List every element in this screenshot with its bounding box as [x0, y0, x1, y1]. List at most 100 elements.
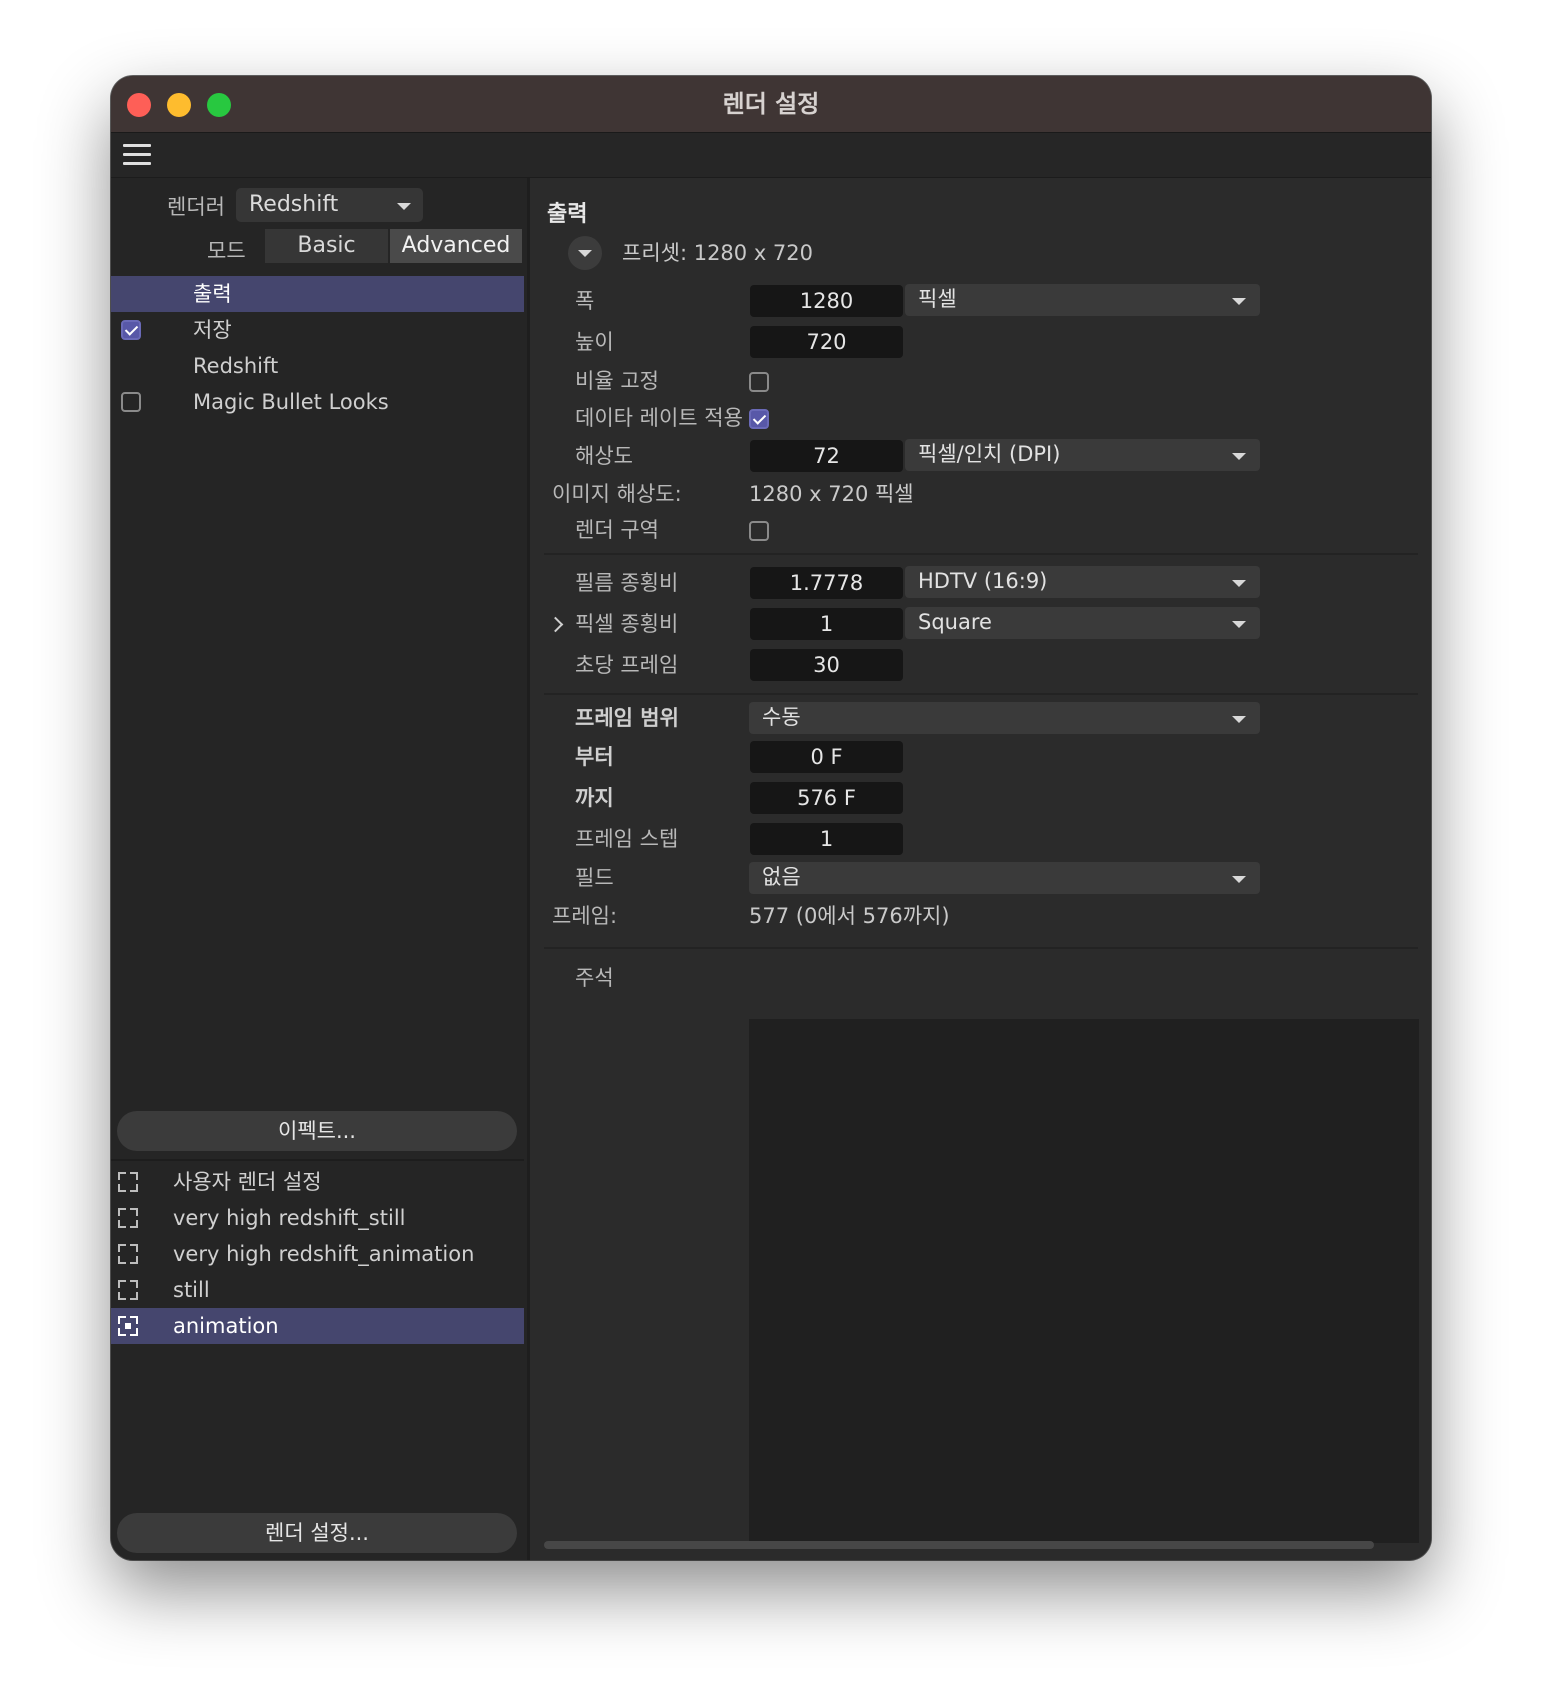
tree-item-label: 출력 — [193, 282, 232, 306]
frame-step-input[interactable]: 1 — [750, 823, 903, 855]
film-aspect-input[interactable]: 1.7778 — [750, 567, 903, 599]
mode-advanced-button[interactable]: Advanced — [390, 229, 522, 263]
preset-label: animation — [173, 1314, 279, 1338]
output-settings-panel: 출력 프리셋: 1280 x 720 폭 1280 픽셀 높이 720 비율 고… — [530, 178, 1431, 1560]
render-settings-window: 렌더 설정 렌더러 Redshift 모드 Basic Advanced 출력 … — [111, 76, 1431, 1560]
section-title: 출력 — [547, 202, 588, 227]
lock-ratio-checkbox[interactable] — [749, 372, 769, 392]
chevron-down-icon — [397, 203, 411, 210]
preset-label: very high redshift_still — [173, 1206, 406, 1230]
width-label: 폭 — [575, 289, 595, 313]
resolution-unit-value: 픽셀/인치 (DPI) — [918, 442, 1061, 466]
preset-label: 사용자 렌더 설정 — [173, 1170, 322, 1194]
tree-item-redshift[interactable]: Redshift — [111, 348, 524, 384]
from-input[interactable]: 0 F — [750, 741, 903, 773]
divider — [544, 947, 1418, 949]
fps-label: 초당 프레임 — [575, 653, 679, 677]
render-setting-icon — [118, 1244, 138, 1264]
window-title: 렌더 설정 — [722, 90, 820, 118]
image-resolution-value: 1280 x 720 픽셀 — [749, 482, 914, 506]
frame-step-label: 프레임 스텝 — [575, 827, 679, 851]
preset-label: very high redshift_animation — [173, 1242, 475, 1266]
width-unit-value: 픽셀 — [918, 287, 957, 311]
save-enabled-checkbox[interactable] — [121, 320, 141, 340]
resolution-input[interactable]: 72 — [750, 440, 903, 472]
film-aspect-label: 필름 종횡비 — [575, 571, 679, 595]
active-render-setting-icon — [118, 1316, 138, 1336]
from-label: 부터 — [575, 745, 614, 769]
preset-item[interactable]: very high redshift_still — [111, 1200, 524, 1236]
lock-ratio-label: 비율 고정 — [575, 369, 659, 393]
divider — [544, 693, 1418, 695]
horizontal-scrollbar[interactable] — [544, 1541, 1374, 1549]
render-settings-button[interactable]: 렌더 설정... — [117, 1513, 517, 1553]
film-aspect-preset-value: HDTV (16:9) — [918, 569, 1048, 593]
divider — [544, 553, 1418, 555]
hamburger-menu-icon[interactable] — [123, 144, 151, 166]
render-setting-icon — [118, 1172, 138, 1192]
to-input[interactable]: 576 F — [750, 782, 903, 814]
chevron-down-icon — [1232, 298, 1246, 305]
mode-basic-button[interactable]: Basic — [265, 229, 388, 263]
chevron-down-icon — [1232, 453, 1246, 460]
resolution-unit-select[interactable]: 픽셀/인치 (DPI) — [905, 439, 1260, 471]
tree-item-label: Magic Bullet Looks — [193, 390, 389, 414]
mode-label: 모드 — [207, 239, 246, 263]
preset-item[interactable]: very high redshift_animation — [111, 1236, 524, 1272]
title-bar[interactable]: 렌더 설정 — [111, 76, 1431, 133]
left-panel: 렌더러 Redshift 모드 Basic Advanced 출력 저장 Red… — [111, 178, 530, 1560]
tree-item-label: 저장 — [193, 318, 232, 342]
image-resolution-label: 이미지 해상도: — [552, 482, 682, 506]
height-label: 높이 — [575, 330, 614, 354]
effects-button[interactable]: 이펙트... — [117, 1111, 517, 1151]
fps-input[interactable]: 30 — [750, 649, 903, 681]
frame-range-select[interactable]: 수동 — [749, 702, 1260, 734]
tree-item-save[interactable]: 저장 — [111, 312, 524, 348]
frame-range-value: 수동 — [762, 705, 801, 729]
render-setting-icon — [118, 1280, 138, 1300]
notes-label: 주석 — [575, 966, 614, 990]
resolution-label: 해상도 — [575, 444, 633, 468]
preset-label: still — [173, 1278, 210, 1302]
preset-item-active[interactable]: animation — [111, 1308, 524, 1344]
pixel-aspect-preset-value: Square — [918, 610, 992, 634]
preset-text: 프리셋: 1280 x 720 — [622, 241, 814, 265]
adapt-data-rate-label: 데이타 레이트 적용 — [575, 406, 743, 430]
height-input[interactable]: 720 — [750, 326, 903, 358]
pixel-aspect-select[interactable]: Square — [905, 607, 1260, 639]
width-unit-select[interactable]: 픽셀 — [905, 284, 1260, 316]
to-label: 까지 — [575, 786, 614, 810]
width-input[interactable]: 1280 — [750, 285, 903, 317]
adapt-data-rate-checkbox[interactable] — [749, 409, 769, 429]
tree-item-magic-bullet-looks[interactable]: Magic Bullet Looks — [111, 384, 524, 420]
pixel-aspect-input[interactable]: 1 — [750, 608, 903, 640]
preset-item[interactable]: 사용자 렌더 설정 — [111, 1164, 524, 1200]
renderer-label: 렌더러 — [167, 195, 225, 219]
magic-bullet-looks-checkbox[interactable] — [121, 392, 141, 412]
chevron-down-icon — [1232, 580, 1246, 587]
frames-value: 577 (0에서 576까지) — [749, 904, 950, 928]
field-label: 필드 — [575, 866, 614, 890]
chevron-down-icon — [578, 250, 592, 257]
preset-item[interactable]: still — [111, 1272, 524, 1308]
chevron-down-icon — [1232, 621, 1246, 628]
field-value: 없음 — [762, 865, 801, 889]
divider — [111, 1159, 524, 1161]
field-select[interactable]: 없음 — [749, 862, 1260, 894]
frame-range-label: 프레임 범위 — [575, 706, 679, 730]
notes-textarea[interactable] — [749, 1019, 1419, 1543]
renderer-value: Redshift — [249, 192, 339, 217]
render-setting-icon — [118, 1208, 138, 1228]
chevron-down-icon — [1232, 876, 1246, 883]
frames-label: 프레임: — [552, 904, 618, 928]
render-region-checkbox[interactable] — [749, 521, 769, 541]
pixel-aspect-label: 픽셀 종횡비 — [575, 612, 679, 636]
film-aspect-select[interactable]: HDTV (16:9) — [905, 566, 1260, 598]
preset-menu-button[interactable] — [568, 236, 602, 270]
renderer-select[interactable]: Redshift — [236, 188, 423, 222]
toolbar — [111, 133, 1431, 178]
tree-item-label: Redshift — [193, 354, 279, 378]
render-region-label: 렌더 구역 — [575, 518, 659, 542]
chevron-right-icon[interactable] — [547, 616, 564, 633]
tree-item-output[interactable]: 출력 — [111, 276, 524, 312]
